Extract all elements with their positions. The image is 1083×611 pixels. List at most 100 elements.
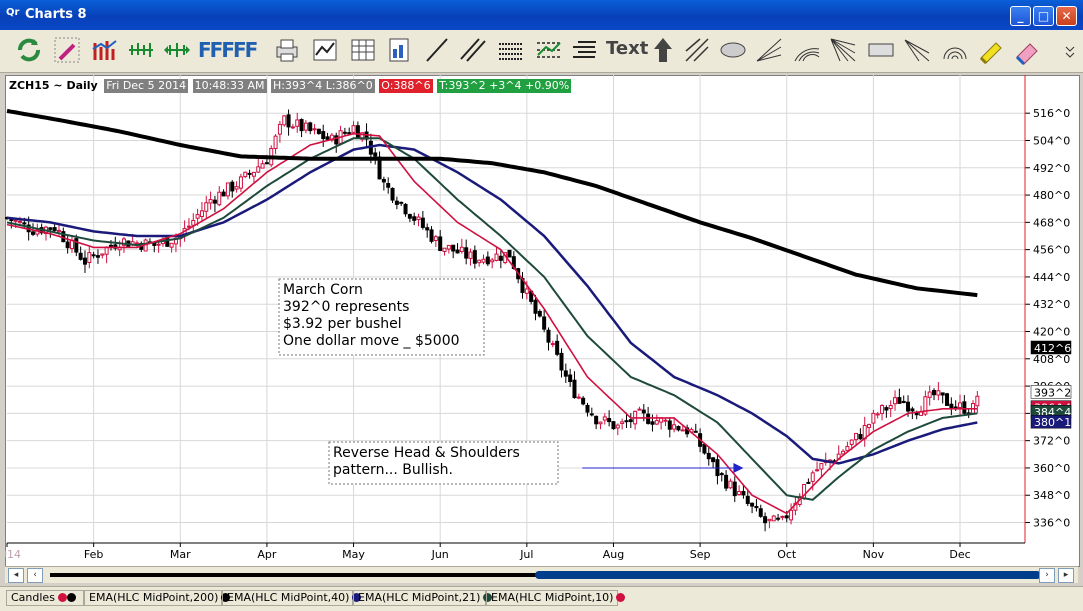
data-grid-icon[interactable] [348,35,378,65]
candle-body [56,229,61,232]
highlighter-icon[interactable] [976,35,1006,65]
candle-body [819,463,824,470]
toolbar-overflow-icon[interactable] [1060,35,1080,65]
note-text-note2: Reverse Head & Shoulders [333,445,520,461]
candle-body [650,421,655,425]
y-tick-label: 372^0 [1033,435,1070,448]
legend-bar: Candles EMA(HLC MidPoint,200) EMA(HLC Mi… [0,586,1083,611]
speed-lines-icon[interactable] [754,35,784,65]
candle-body [221,191,226,197]
trendline-icon[interactable] [422,35,452,65]
bar-chart-icon[interactable] [90,35,120,65]
candle-body [884,407,889,411]
candle-body [719,473,724,476]
candle-body [706,452,711,460]
scroll-thumb[interactable] [535,571,1041,579]
candle-body [611,421,616,430]
candle-body [429,229,434,242]
candle-body [234,186,239,190]
scroll-last-button[interactable]: ▸ [1058,568,1074,583]
scroll-left-button[interactable]: ‹ [27,568,43,583]
fan-lines-icon[interactable] [828,35,858,65]
open-label: O:388^6 [379,79,433,93]
magic-wand-icon[interactable] [52,35,82,65]
candle-body [247,172,252,175]
candle-body [156,243,161,246]
candle-body [724,474,729,489]
level-lines-icon[interactable] [570,35,600,65]
legend-color-dot [616,593,626,602]
legend-item-ema200[interactable]: EMA(HLC MidPoint,200) [84,590,231,606]
candle-body [607,418,612,423]
candle-body [303,122,308,131]
candle-body [910,408,915,412]
candle-body [342,131,347,134]
close-button[interactable]: ✕ [1056,6,1077,26]
eraser-icon[interactable] [1012,35,1042,66]
scroll-first-button[interactable]: ◂ [8,568,24,583]
x-tick-label: Feb [84,548,103,561]
candle-body [87,252,92,264]
y-tick-label: 456^0 [1033,244,1070,257]
candle-body [507,249,512,258]
horizontal-lines-icon[interactable] [496,35,526,65]
rectangle-icon[interactable] [866,35,896,65]
cross-lines-icon[interactable] [682,35,712,65]
legend-color-dot [66,593,76,602]
symbol-label: ZCH15 ~ Daily [9,79,98,92]
candle-body [433,236,438,241]
x-tick-label: May [342,548,365,561]
high-low-label: H:393^4 L:386^0 [271,79,375,93]
legend-color-dot [57,593,67,602]
compress-bars-icon[interactable] [162,35,192,65]
x-tick-label: Dec [949,548,970,561]
ellipse-icon[interactable] [718,35,748,65]
candle-body [702,443,707,454]
fibonacci-icon[interactable] [534,35,564,65]
font-size-tools[interactable]: FFFFF [198,38,258,62]
candle-body [810,472,815,482]
candle-body [455,249,460,254]
candle-body [754,506,759,509]
x-tick-label: Apr [257,548,277,561]
arrow-up-icon[interactable] [648,35,678,65]
parallel-lines-icon[interactable] [458,35,488,65]
candle-body [663,419,668,422]
candle-body [243,171,248,178]
candle-body [420,217,425,228]
candle-body [13,219,18,222]
text-tool[interactable]: Text [606,38,648,59]
maximize-button[interactable]: □ [1033,6,1054,26]
legend-label: EMA(HLC MidPoint,10) [491,591,614,604]
scroll-right-button[interactable]: › [1039,568,1055,583]
legend-item-candles[interactable]: Candles [6,590,84,606]
candle-body [936,390,941,396]
legend-item-ema10[interactable]: EMA(HLC MidPoint,10) [486,590,626,606]
print-icon[interactable] [272,35,302,65]
gann-fan-icon[interactable] [902,35,932,65]
legend-item-ema21[interactable]: EMA(HLC MidPoint,21) [353,590,493,606]
price-chart[interactable]: 516^0 504^0 492^0 480^0 468^0 456^0 444^0 432^0… [5,75,1078,565]
expand-bars-icon[interactable] [126,35,156,65]
price-tag-label-ema200: 412^6 [1034,342,1071,355]
x-tick-label: 2014 [5,548,21,561]
cycle-arcs-icon[interactable] [940,35,970,65]
report-icon[interactable] [384,35,414,65]
chart-window-icon[interactable] [310,35,340,65]
date-label: Fri Dec 5 2014 [104,79,189,93]
chart-scrollbar[interactable]: ◂ ‹ › ▸ [5,566,1078,583]
arcs-icon[interactable] [792,35,822,65]
refresh-icon[interactable] [14,35,44,65]
y-tick-label: 420^0 [1033,326,1070,339]
legend-item-ema40[interactable]: EMA(HLC MidPoint,40) [222,590,362,606]
minimize-button[interactable]: _ [1010,6,1031,26]
candle-body [602,416,607,421]
note-text-note1: One dollar move _ $5000 [283,333,460,349]
candle-body [438,236,443,252]
candle-body [277,123,282,135]
candle-body [589,413,594,416]
candle-body [498,255,503,261]
candle-body [295,119,300,127]
candle-body [767,518,772,522]
candle-body [273,135,278,150]
